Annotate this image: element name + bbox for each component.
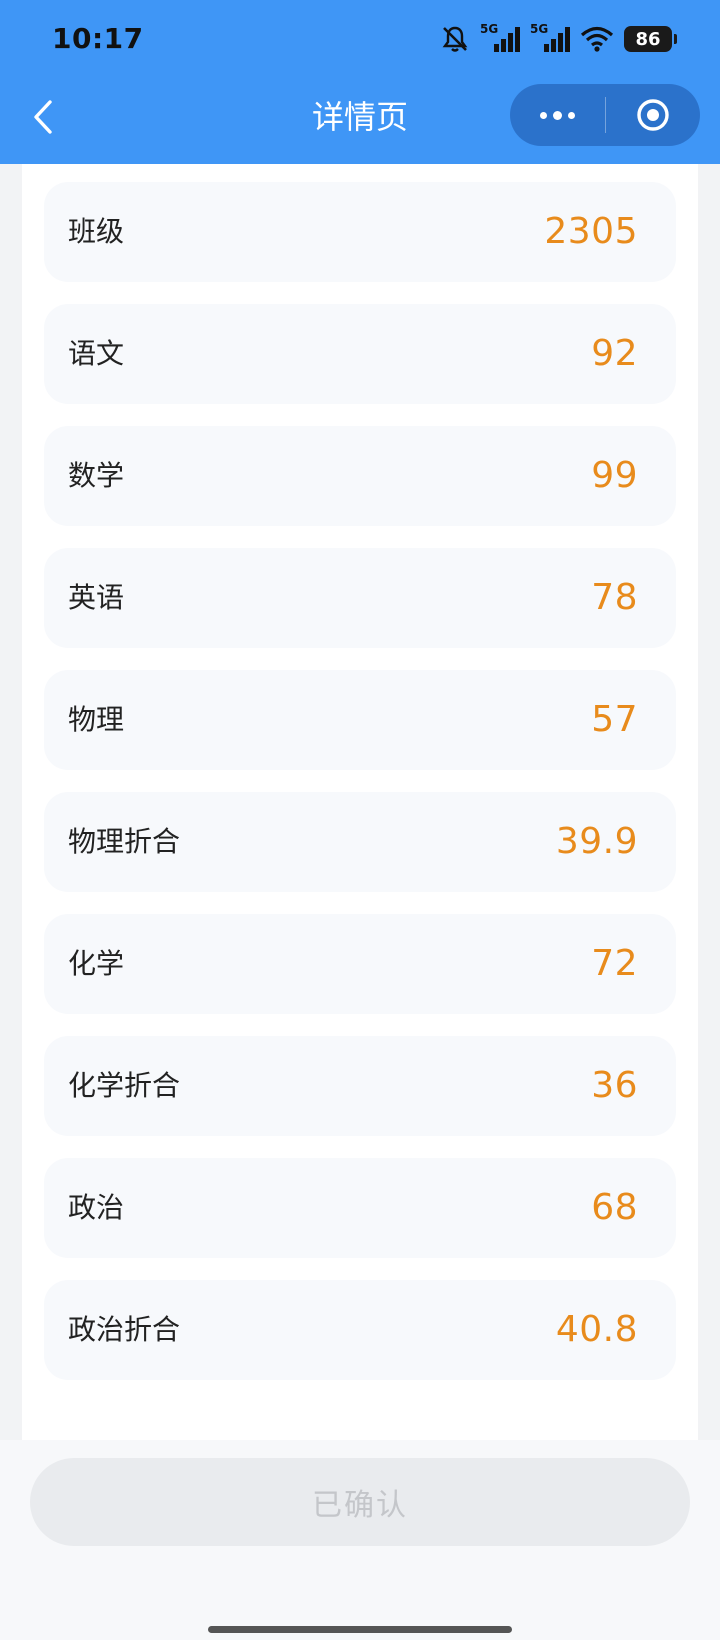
row-value: 39.9	[555, 821, 638, 862]
home-indicator[interactable]	[208, 1626, 512, 1633]
bell-off-icon	[440, 24, 470, 54]
more-dots-icon	[539, 110, 575, 120]
nav-bar: 详情页	[0, 78, 720, 164]
row-value: 99	[591, 455, 638, 496]
list-item: 班级 2305	[44, 182, 676, 282]
status-bar: 10:17 5G 5G 86	[0, 0, 720, 78]
signal-5g-label: 5G	[480, 22, 499, 36]
more-button[interactable]	[510, 84, 605, 146]
row-value: 72	[591, 943, 638, 984]
wifi-icon	[580, 25, 614, 53]
header: 10:17 5G 5G 86 详情页	[0, 0, 720, 164]
list-item: 语文 92	[44, 304, 676, 404]
confirm-button[interactable]: 已确认	[30, 1458, 690, 1546]
status-icons: 5G 5G 86	[440, 22, 677, 56]
status-time: 10:17	[52, 22, 144, 55]
target-circle-icon	[635, 97, 671, 133]
row-label: 政治	[68, 1191, 125, 1224]
list-item: 化学折合 36	[44, 1036, 676, 1136]
battery-icon: 86	[624, 26, 677, 52]
score-detail-list: 班级 2305 语文 92 数学 99 英语 78 物理 57 物理折合 39.…	[22, 164, 698, 1440]
mini-program-capsule	[510, 84, 700, 146]
list-item: 英语 78	[44, 548, 676, 648]
row-label: 英语	[68, 581, 125, 614]
row-label: 物理	[68, 703, 125, 736]
row-label: 班级	[68, 215, 125, 248]
row-value: 2305	[544, 211, 638, 252]
row-label: 物理折合	[68, 825, 181, 858]
row-value: 57	[591, 699, 638, 740]
row-value: 40.8	[555, 1309, 638, 1350]
close-button[interactable]	[606, 84, 701, 146]
row-value: 68	[591, 1187, 638, 1228]
list-item: 政治 68	[44, 1158, 676, 1258]
signal-5g-icon: 5G	[530, 22, 570, 54]
signal-5g-label: 5G	[530, 22, 549, 36]
row-label: 语文	[68, 337, 125, 370]
list-item: 数学 99	[44, 426, 676, 526]
list-item: 化学 72	[44, 914, 676, 1014]
footer: 已确认	[0, 1440, 720, 1640]
list-item: 物理折合 39.9	[44, 792, 676, 892]
list-item: 政治折合 40.8	[44, 1280, 676, 1380]
row-value: 78	[591, 577, 638, 618]
row-value: 36	[591, 1065, 638, 1106]
row-label: 化学	[68, 947, 125, 980]
row-label: 数学	[68, 459, 125, 492]
row-value: 92	[591, 333, 638, 374]
row-label: 政治折合	[68, 1313, 181, 1346]
row-label: 化学折合	[68, 1069, 181, 1102]
list-item: 物理 57	[44, 670, 676, 770]
signal-5g-icon: 5G	[480, 22, 520, 54]
